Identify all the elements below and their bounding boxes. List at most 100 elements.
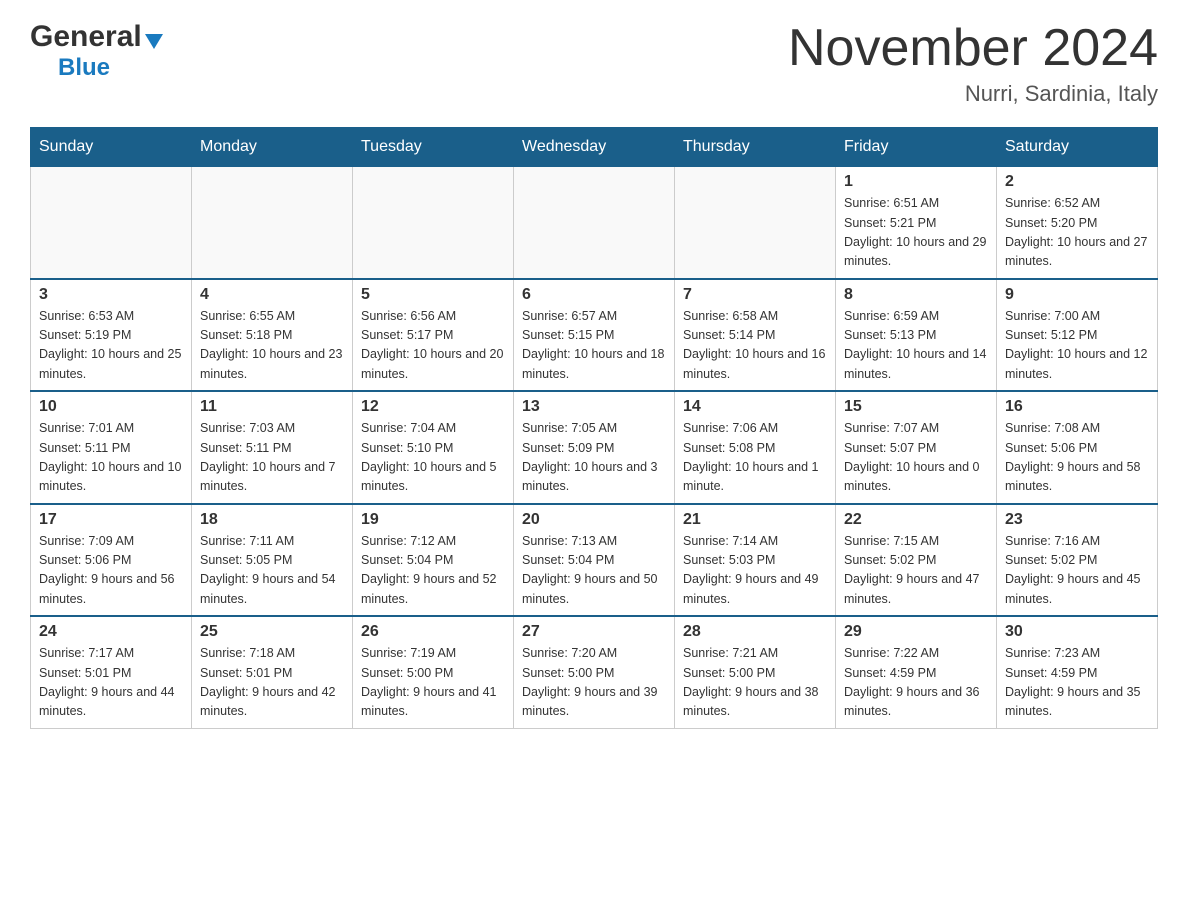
calendar-cell: 19 Sunrise: 7:12 AMSunset: 5:04 PMDayligh… <box>353 504 514 617</box>
calendar-cell: 26 Sunrise: 7:19 AMSunset: 5:00 PMDayligh… <box>353 616 514 728</box>
calendar-cell: 28 Sunrise: 7:21 AMSunset: 5:00 PMDayligh… <box>675 616 836 728</box>
calendar-cell: 14Sunrise: 7:06 AMSunset: 5:08 PMDayligh… <box>675 391 836 504</box>
day-number: 5 <box>361 286 505 304</box>
day-number: 4 <box>200 286 344 304</box>
calendar-cell: 18 Sunrise: 7:11 AMSunset: 5:05 PMDayligh… <box>192 504 353 617</box>
day-number: 19 <box>361 511 505 529</box>
day-number: 1 <box>844 173 988 191</box>
day-info: Sunrise: 7:15 AMSunset: 5:02 PMDaylight:… <box>844 532 988 610</box>
day-number: 26 <box>361 623 505 641</box>
calendar-cell: 20 Sunrise: 7:13 AMSunset: 5:04 PMDayligh… <box>514 504 675 617</box>
calendar-cell: 3 Sunrise: 6:53 AMSunset: 5:19 PMDaylight… <box>31 279 192 392</box>
calendar-subtitle: Nurri, Sardinia, Italy <box>788 81 1158 107</box>
calendar-cell: 13 Sunrise: 7:05 AMSunset: 5:09 PMDayligh… <box>514 391 675 504</box>
calendar-header-sunday: Sunday <box>31 128 192 167</box>
day-info: Sunrise: 7:17 AMSunset: 5:01 PMDaylight:… <box>39 644 183 722</box>
day-number: 11 <box>200 398 344 416</box>
day-number: 13 <box>522 398 666 416</box>
calendar-header-thursday: Thursday <box>675 128 836 167</box>
day-info: Sunrise: 7:07 AMSunset: 5:07 PMDaylight:… <box>844 419 988 497</box>
day-info: Sunrise: 7:11 AMSunset: 5:05 PMDaylight:… <box>200 532 344 610</box>
calendar-header-wednesday: Wednesday <box>514 128 675 167</box>
calendar-header-row: SundayMondayTuesdayWednesdayThursdayFrid… <box>31 128 1158 167</box>
day-info: Sunrise: 7:03 AMSunset: 5:11 PMDaylight:… <box>200 419 344 497</box>
day-number: 28 <box>683 623 827 641</box>
calendar-week-row: 17 Sunrise: 7:09 AMSunset: 5:06 PMDayligh… <box>31 504 1158 617</box>
logo-blue-text: Blue <box>58 54 110 82</box>
day-number: 27 <box>522 623 666 641</box>
day-info: Sunrise: 7:09 AMSunset: 5:06 PMDaylight:… <box>39 532 183 610</box>
day-number: 2 <box>1005 173 1149 191</box>
calendar-cell: 7 Sunrise: 6:58 AMSunset: 5:14 PMDaylight… <box>675 279 836 392</box>
calendar-cell: 9 Sunrise: 7:00 AMSunset: 5:12 PMDaylight… <box>997 279 1158 392</box>
calendar-cell: 4Sunrise: 6:55 AMSunset: 5:18 PMDaylight… <box>192 279 353 392</box>
calendar-week-row: 24Sunrise: 7:17 AMSunset: 5:01 PMDayligh… <box>31 616 1158 728</box>
day-info: Sunrise: 6:52 AMSunset: 5:20 PMDaylight:… <box>1005 194 1149 272</box>
calendar-cell: 2 Sunrise: 6:52 AMSunset: 5:20 PMDaylight… <box>997 167 1158 279</box>
calendar-cell: 15 Sunrise: 7:07 AMSunset: 5:07 PMDayligh… <box>836 391 997 504</box>
day-info: Sunrise: 6:59 AMSunset: 5:13 PMDaylight:… <box>844 307 988 385</box>
calendar-cell: 25 Sunrise: 7:18 AMSunset: 5:01 PMDayligh… <box>192 616 353 728</box>
calendar-cell <box>514 167 675 279</box>
calendar-cell <box>675 167 836 279</box>
calendar-cell: 5Sunrise: 6:56 AMSunset: 5:17 PMDaylight… <box>353 279 514 392</box>
calendar-cell: 17 Sunrise: 7:09 AMSunset: 5:06 PMDayligh… <box>31 504 192 617</box>
calendar-cell: 21 Sunrise: 7:14 AMSunset: 5:03 PMDayligh… <box>675 504 836 617</box>
day-number: 18 <box>200 511 344 529</box>
day-number: 15 <box>844 398 988 416</box>
calendar-cell: 23Sunrise: 7:16 AMSunset: 5:02 PMDayligh… <box>997 504 1158 617</box>
day-info: Sunrise: 7:01 AMSunset: 5:11 PMDaylight:… <box>39 419 183 497</box>
day-info: Sunrise: 7:12 AMSunset: 5:04 PMDaylight:… <box>361 532 505 610</box>
day-info: Sunrise: 7:23 AMSunset: 4:59 PMDaylight:… <box>1005 644 1149 722</box>
day-number: 3 <box>39 286 183 304</box>
day-info: Sunrise: 6:58 AMSunset: 5:14 PMDaylight:… <box>683 307 827 385</box>
calendar-table: SundayMondayTuesdayWednesdayThursdayFrid… <box>30 127 1158 729</box>
calendar-week-row: 1 Sunrise: 6:51 AMSunset: 5:21 PMDaylight… <box>31 167 1158 279</box>
day-number: 14 <box>683 398 827 416</box>
day-info: Sunrise: 6:51 AMSunset: 5:21 PMDaylight:… <box>844 194 988 272</box>
calendar-cell <box>192 167 353 279</box>
calendar-week-row: 10 Sunrise: 7:01 AMSunset: 5:11 PMDayligh… <box>31 391 1158 504</box>
day-info: Sunrise: 7:08 AMSunset: 5:06 PMDaylight:… <box>1005 419 1149 497</box>
calendar-header-saturday: Saturday <box>997 128 1158 167</box>
day-info: Sunrise: 7:05 AMSunset: 5:09 PMDaylight:… <box>522 419 666 497</box>
title-section: November 2024 Nurri, Sardinia, Italy <box>788 20 1158 107</box>
day-number: 8 <box>844 286 988 304</box>
day-info: Sunrise: 6:57 AMSunset: 5:15 PMDaylight:… <box>522 307 666 385</box>
day-info: Sunrise: 7:13 AMSunset: 5:04 PMDaylight:… <box>522 532 666 610</box>
day-info: Sunrise: 7:20 AMSunset: 5:00 PMDaylight:… <box>522 644 666 722</box>
calendar-cell: 10 Sunrise: 7:01 AMSunset: 5:11 PMDayligh… <box>31 391 192 504</box>
day-number: 10 <box>39 398 183 416</box>
logo-row: General <box>30 20 163 54</box>
day-number: 20 <box>522 511 666 529</box>
day-info: Sunrise: 6:53 AMSunset: 5:19 PMDaylight:… <box>39 307 183 385</box>
day-number: 21 <box>683 511 827 529</box>
calendar-header-friday: Friday <box>836 128 997 167</box>
calendar-cell: 8 Sunrise: 6:59 AMSunset: 5:13 PMDaylight… <box>836 279 997 392</box>
day-info: Sunrise: 7:18 AMSunset: 5:01 PMDaylight:… <box>200 644 344 722</box>
calendar-cell: 12Sunrise: 7:04 AMSunset: 5:10 PMDayligh… <box>353 391 514 504</box>
calendar-cell: 6Sunrise: 6:57 AMSunset: 5:15 PMDaylight… <box>514 279 675 392</box>
calendar-cell: 1 Sunrise: 6:51 AMSunset: 5:21 PMDaylight… <box>836 167 997 279</box>
day-info: Sunrise: 7:00 AMSunset: 5:12 PMDaylight:… <box>1005 307 1149 385</box>
calendar-title: November 2024 <box>788 20 1158 77</box>
day-number: 12 <box>361 398 505 416</box>
calendar-header-monday: Monday <box>192 128 353 167</box>
day-number: 22 <box>844 511 988 529</box>
calendar-cell: 30 Sunrise: 7:23 AMSunset: 4:59 PMDayligh… <box>997 616 1158 728</box>
day-number: 25 <box>200 623 344 641</box>
day-number: 9 <box>1005 286 1149 304</box>
day-info: Sunrise: 7:19 AMSunset: 5:00 PMDaylight:… <box>361 644 505 722</box>
logo-general-text: General <box>30 20 142 54</box>
day-number: 29 <box>844 623 988 641</box>
day-info: Sunrise: 7:21 AMSunset: 5:00 PMDaylight:… <box>683 644 827 722</box>
day-number: 17 <box>39 511 183 529</box>
calendar-week-row: 3 Sunrise: 6:53 AMSunset: 5:19 PMDaylight… <box>31 279 1158 392</box>
calendar-cell: 29Sunrise: 7:22 AMSunset: 4:59 PMDayligh… <box>836 616 997 728</box>
logo-triangle-icon <box>145 34 163 49</box>
day-number: 7 <box>683 286 827 304</box>
calendar-cell: 16Sunrise: 7:08 AMSunset: 5:06 PMDayligh… <box>997 391 1158 504</box>
calendar-cell: 24Sunrise: 7:17 AMSunset: 5:01 PMDayligh… <box>31 616 192 728</box>
day-info: Sunrise: 7:14 AMSunset: 5:03 PMDaylight:… <box>683 532 827 610</box>
day-number: 30 <box>1005 623 1149 641</box>
